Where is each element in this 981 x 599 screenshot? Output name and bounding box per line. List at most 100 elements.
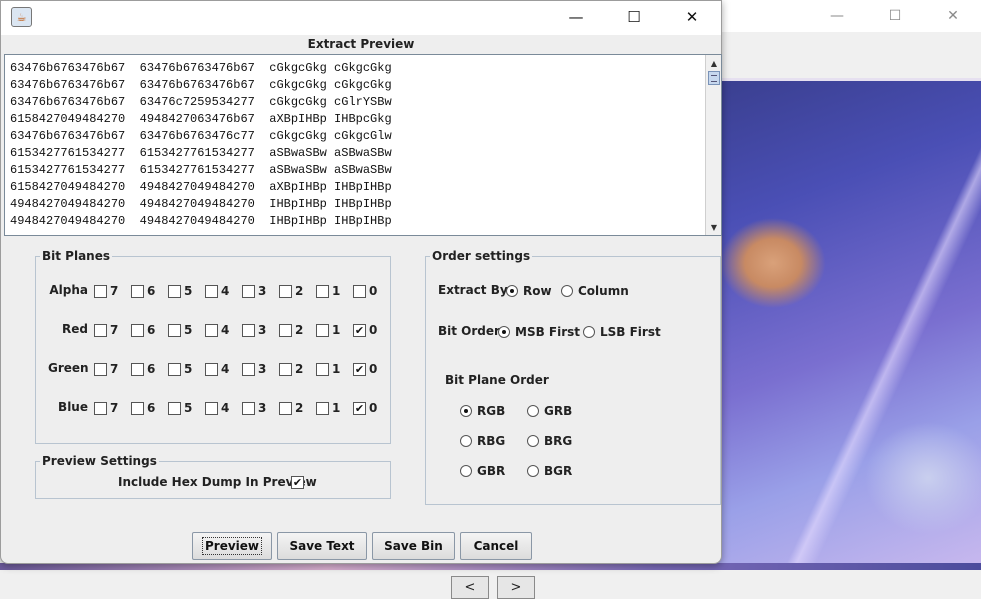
java-app-icon[interactable]: ☕ [11, 7, 32, 27]
save-bin-button[interactable]: Save Bin [372, 532, 455, 560]
radio-icon [498, 326, 510, 338]
order-settings-title: Order settings [430, 249, 533, 263]
bitplane-blue-4-checkbox[interactable]: 4 [205, 401, 229, 415]
plane-order-rbg-radio[interactable]: RBG [460, 434, 505, 448]
checkbox-icon [205, 323, 218, 337]
dialog-minimize-button[interactable]: — [547, 1, 605, 33]
bitplane-green-2-checkbox[interactable]: 2 [279, 362, 303, 376]
lsb-first-radio[interactable]: LSB First [583, 325, 661, 339]
bitplane-red-7-checkbox[interactable]: 7 [94, 323, 118, 337]
radio-label: LSB First [600, 325, 661, 339]
preview-line: 63476b6763476b67 63476b6763476c77 cGkgcG… [10, 129, 392, 143]
bitplane-red-0-checkbox[interactable]: ✔ 0 [353, 323, 377, 337]
bitplane-alpha-4-checkbox[interactable]: 4 [205, 284, 229, 298]
bitplane-red-5-checkbox[interactable]: 5 [168, 323, 192, 337]
plane-order-rgb-radio[interactable]: RGB [460, 404, 505, 418]
bit-label: 7 [110, 284, 119, 298]
hex-dump-checkbox[interactable]: ✔ [291, 476, 304, 489]
prev-button[interactable]: < [451, 576, 489, 599]
bitplane-green-4-checkbox[interactable]: 4 [205, 362, 229, 376]
bitplane-alpha-1-checkbox[interactable]: 1 [316, 284, 340, 298]
next-button[interactable]: > [497, 576, 535, 599]
dialog-heading: Extract Preview [307, 37, 415, 51]
background-close-button[interactable]: ✕ [924, 0, 981, 32]
bitplane-alpha-0-checkbox[interactable]: 0 [353, 284, 377, 298]
bitplane-green-3-checkbox[interactable]: 3 [242, 362, 266, 376]
preview-text-area[interactable]: 63476b6763476b67 63476b6763476b67 cGkgcG… [4, 54, 722, 236]
bit-label: 3 [258, 284, 267, 298]
background-minimize-button[interactable]: — [808, 0, 866, 32]
bitplane-blue-5-checkbox[interactable]: 5 [168, 401, 192, 415]
preview-scrollbar[interactable]: ▲ ▼ [705, 55, 721, 235]
preview-button-label: Preview [201, 537, 262, 555]
scroll-up-icon[interactable]: ▲ [707, 56, 721, 70]
dialog-titlebar[interactable]: ☕ — ☐ ✕ [1, 1, 721, 35]
bitplane-red-6-checkbox[interactable]: 6 [131, 323, 155, 337]
radio-icon [460, 465, 472, 477]
dialog-close-button[interactable]: ✕ [663, 1, 721, 33]
dialog-maximize-button[interactable]: ☐ [605, 1, 663, 33]
bitplane-blue-7-checkbox[interactable]: 7 [94, 401, 118, 415]
bit-label: 0 [369, 401, 378, 415]
checkbox-icon [316, 362, 329, 376]
preview-button[interactable]: Preview [192, 532, 272, 560]
msb-first-radio[interactable]: MSB First [498, 325, 580, 339]
bitplane-red-3-checkbox[interactable]: 3 [242, 323, 266, 337]
bit-label: 4 [221, 362, 230, 376]
scroll-thumb[interactable] [708, 71, 720, 85]
checkbox-icon [168, 323, 181, 337]
bitplane-alpha-2-checkbox[interactable]: 2 [279, 284, 303, 298]
checkbox-icon [205, 284, 218, 298]
checkbox-icon [131, 362, 144, 376]
bit-label: 0 [369, 362, 378, 376]
checkbox-icon [316, 284, 329, 298]
bit-label: 5 [184, 284, 193, 298]
checkbox-icon [94, 362, 107, 376]
cancel-button[interactable]: Cancel [460, 532, 532, 560]
bitplane-red-4-checkbox[interactable]: 4 [205, 323, 229, 337]
bitplane-blue-6-checkbox[interactable]: 6 [131, 401, 155, 415]
save-text-button[interactable]: Save Text [277, 532, 367, 560]
background-image [718, 78, 981, 568]
bitplane-green-7-checkbox[interactable]: 7 [94, 362, 118, 376]
bitplane-blue-1-checkbox[interactable]: 1 [316, 401, 340, 415]
save-text-button-label: Save Text [289, 539, 355, 553]
checkbox-icon [131, 401, 144, 415]
bitplane-blue-2-checkbox[interactable]: 2 [279, 401, 303, 415]
bitplane-blue-0-checkbox[interactable]: ✔ 0 [353, 401, 377, 415]
bit-label: 1 [332, 323, 341, 337]
checkbox-icon [168, 362, 181, 376]
checkbox-icon [168, 401, 181, 415]
extract-by-column-radio[interactable]: Column [561, 284, 629, 298]
bit-label: 4 [221, 401, 230, 415]
bitplane-blue-3-checkbox[interactable]: 3 [242, 401, 266, 415]
checkbox-icon [242, 284, 255, 298]
bitplane-red-1-checkbox[interactable]: 1 [316, 323, 340, 337]
bit-label: 1 [332, 284, 341, 298]
java-cup-icon: ☕ [16, 10, 27, 24]
bitplane-green-1-checkbox[interactable]: 1 [316, 362, 340, 376]
extract-by-row-radio[interactable]: Row [506, 284, 552, 298]
plane-order-gbr-radio[interactable]: GBR [460, 464, 505, 478]
radio-label: BGR [544, 464, 573, 478]
bitplane-green-6-checkbox[interactable]: 6 [131, 362, 155, 376]
plane-order-grb-radio[interactable]: GRB [527, 404, 572, 418]
scroll-down-icon[interactable]: ▼ [707, 220, 721, 234]
bit-label: 0 [369, 323, 378, 337]
radio-label: GBR [477, 464, 506, 478]
preview-line: 6158427049484270 4948427049484270 aXBpIH… [10, 180, 392, 194]
maximize-icon: ☐ [627, 8, 641, 26]
bitplane-alpha-7-checkbox[interactable]: 7 [94, 284, 118, 298]
checkbox-icon: ✔ [291, 476, 304, 489]
plane-order-bgr-radio[interactable]: BGR [527, 464, 572, 478]
plane-order-brg-radio[interactable]: BRG [527, 434, 572, 448]
bitplane-alpha-3-checkbox[interactable]: 3 [242, 284, 266, 298]
checkbox-icon [279, 401, 292, 415]
radio-label: RBG [477, 434, 506, 448]
bitplane-green-5-checkbox[interactable]: 5 [168, 362, 192, 376]
bitplane-alpha-6-checkbox[interactable]: 6 [131, 284, 155, 298]
background-maximize-button[interactable]: ☐ [866, 0, 924, 32]
bitplane-red-2-checkbox[interactable]: 2 [279, 323, 303, 337]
bitplane-green-0-checkbox[interactable]: ✔ 0 [353, 362, 377, 376]
bitplane-alpha-5-checkbox[interactable]: 5 [168, 284, 192, 298]
